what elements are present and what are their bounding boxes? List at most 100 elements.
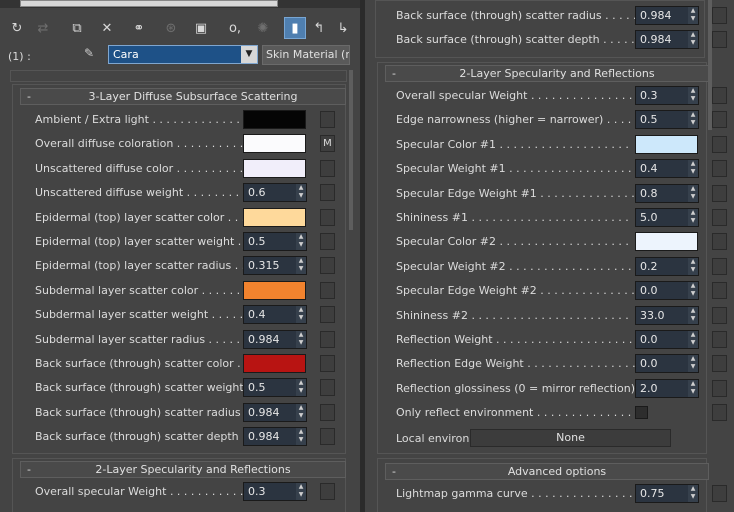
shininess-1-map-button[interactable] bbox=[712, 209, 727, 226]
subdermal-layer-scatter-radius-spinner[interactable]: 0.984 ▲ ▼ bbox=[243, 329, 307, 349]
spinner-arrows-icon[interactable]: ▲ ▼ bbox=[688, 331, 698, 348]
epidermal-layer-scatter-radius-spinner[interactable]: 0.315 ▲ ▼ bbox=[243, 256, 307, 276]
reflection-glossiness-spinner[interactable]: 2.0 ▲ ▼ bbox=[635, 378, 699, 398]
back-surface-scatter-radius-spinner[interactable]: 0.984 ▲ ▼ bbox=[635, 6, 699, 25]
spinner-value[interactable]: 0.8 bbox=[640, 187, 658, 200]
specular-section-header[interactable]: - 2-Layer Specularity and Reflections bbox=[20, 461, 346, 478]
make-copy-icon[interactable]: ⚭ bbox=[128, 17, 150, 39]
spinner-value[interactable]: 0.5 bbox=[248, 381, 266, 394]
spinner-arrows-icon[interactable]: ▲ ▼ bbox=[296, 483, 306, 500]
spinner-arrows-icon[interactable]: ▲ ▼ bbox=[688, 355, 698, 373]
spinner-value[interactable]: 0.0 bbox=[640, 284, 658, 297]
spinner-arrows-icon[interactable]: ▲ ▼ bbox=[688, 257, 698, 275]
back-surface-scatter-radius-map-button[interactable] bbox=[712, 7, 727, 24]
advanced-options-section-header[interactable]: - Advanced options bbox=[385, 463, 709, 480]
reflection-edge-weight-spinner[interactable]: 0.0 ▲ ▼ bbox=[635, 354, 699, 374]
spinner-arrows-icon[interactable]: ▲ ▼ bbox=[296, 306, 306, 324]
subdermal-layer-scatter-weight-map-button[interactable] bbox=[320, 306, 335, 324]
spinner-arrows-icon[interactable]: ▲ ▼ bbox=[688, 7, 698, 24]
spinner-value[interactable]: 2.0 bbox=[640, 382, 658, 395]
show-end-result-icon[interactable]: ▮ bbox=[284, 17, 306, 39]
spinner-value[interactable]: 0.5 bbox=[248, 235, 266, 248]
collapse-toggle[interactable]: - bbox=[392, 465, 396, 478]
only-reflect-environment-map-button[interactable] bbox=[712, 404, 727, 422]
overall-specular-weight-spinner[interactable]: 0.3 ▲ ▼ bbox=[243, 482, 307, 501]
spinner-value[interactable]: 0.6 bbox=[248, 186, 266, 199]
make-unique-icon[interactable]: ⊛ bbox=[160, 17, 182, 39]
only-reflect-environment-checkbox[interactable] bbox=[635, 406, 648, 420]
specular-color-1-swatch[interactable] bbox=[635, 134, 698, 154]
sample-slot-scrollbar[interactable] bbox=[20, 0, 278, 7]
reflection-weight-map-button[interactable] bbox=[712, 331, 727, 348]
spinner-value[interactable]: 0.3 bbox=[640, 89, 658, 102]
spinner-value[interactable]: 0.315 bbox=[248, 259, 280, 272]
left-scrollbar[interactable] bbox=[349, 70, 353, 230]
spinner-value[interactable]: 0.4 bbox=[248, 308, 266, 321]
put-to-library-icon[interactable]: ▣ bbox=[190, 17, 212, 39]
collapse-toggle[interactable]: - bbox=[27, 463, 31, 476]
spinner-arrows-icon[interactable]: ▲ ▼ bbox=[688, 485, 698, 502]
back-surface-scatter-color-swatch[interactable] bbox=[243, 354, 306, 373]
reflection-glossiness-map-button[interactable] bbox=[712, 379, 727, 397]
assign-material-icon[interactable]: ⧉ bbox=[66, 17, 88, 39]
spinner-arrows-icon[interactable]: ▲ ▼ bbox=[296, 184, 306, 202]
spinner-value[interactable]: 5.0 bbox=[640, 211, 658, 224]
spinner-value[interactable]: 0.5 bbox=[640, 113, 658, 126]
back-surface-scatter-radius-map-button[interactable] bbox=[320, 403, 335, 421]
pick-material-icon[interactable]: ✎ bbox=[84, 46, 104, 64]
spinner-arrows-icon[interactable]: ▲ ▼ bbox=[688, 282, 698, 300]
spinner-arrows-icon[interactable]: ▲ ▼ bbox=[688, 306, 698, 324]
collapse-toggle[interactable]: - bbox=[392, 67, 396, 80]
go-forward-icon[interactable]: ↳ bbox=[332, 17, 354, 39]
reflection-edge-weight-map-button[interactable] bbox=[712, 355, 727, 373]
diffuse-sss-section-header[interactable]: - 3-Layer Diffuse Subsurface Scattering bbox=[20, 88, 346, 105]
back-surface-scatter-depth-spinner[interactable]: 0.984 ▲ ▼ bbox=[635, 30, 699, 49]
get-material-icon[interactable]: ↻ bbox=[6, 17, 28, 39]
specular-section-header[interactable]: - 2-Layer Specularity and Reflections bbox=[385, 65, 709, 82]
overall-diffuse-coloration-swatch[interactable] bbox=[243, 134, 306, 154]
material-name-field[interactable]: Cara ▼ bbox=[108, 45, 258, 64]
overall-specular-weight-spinner[interactable]: 0.3 ▲ ▼ bbox=[635, 86, 699, 105]
spinner-arrows-icon[interactable]: ▲ ▼ bbox=[688, 111, 698, 129]
spinner-value[interactable]: 0.984 bbox=[248, 406, 280, 419]
subdermal-layer-scatter-weight-spinner[interactable]: 0.4 ▲ ▼ bbox=[243, 305, 307, 325]
lightmap-gamma-curve-spinner[interactable]: 0.75 ▲ ▼ bbox=[635, 484, 699, 503]
edge-narrowness-map-button[interactable] bbox=[712, 111, 727, 129]
overall-specular-weight-map-button[interactable] bbox=[320, 483, 335, 500]
overall-diffuse-coloration-map-button[interactable]: M bbox=[320, 135, 335, 153]
spinner-arrows-icon[interactable]: ▲ ▼ bbox=[688, 160, 698, 178]
ambient-extra-light-map-button[interactable] bbox=[320, 111, 335, 128]
unscattered-diffuse-weight-spinner[interactable]: 0.6 ▲ ▼ bbox=[243, 183, 307, 203]
subdermal-layer-scatter-color-swatch[interactable] bbox=[243, 280, 306, 300]
edge-narrowness-spinner[interactable]: 0.5 ▲ ▼ bbox=[635, 110, 699, 130]
specular-edge-weight-2-spinner[interactable]: 0.0 ▲ ▼ bbox=[635, 281, 699, 301]
unscattered-diffuse-color-map-button[interactable] bbox=[320, 159, 335, 177]
spinner-value[interactable]: 0.75 bbox=[640, 487, 665, 500]
epidermal-layer-scatter-color-swatch[interactable] bbox=[243, 207, 306, 227]
reset-icon[interactable]: ✕ bbox=[96, 17, 118, 39]
spinner-arrows-icon[interactable]: ▲ ▼ bbox=[688, 379, 698, 397]
shininess-2-map-button[interactable] bbox=[712, 306, 727, 324]
spinner-arrows-icon[interactable]: ▲ ▼ bbox=[688, 209, 698, 226]
specular-weight-1-spinner[interactable]: 0.4 ▲ ▼ bbox=[635, 159, 699, 179]
specular-edge-weight-1-spinner[interactable]: 0.8 ▲ ▼ bbox=[635, 183, 699, 203]
specular-weight-2-spinner[interactable]: 0.2 ▲ ▼ bbox=[635, 256, 699, 276]
back-surface-scatter-radius-spinner[interactable]: 0.984 ▲ ▼ bbox=[243, 402, 307, 422]
spinner-value[interactable]: 0.984 bbox=[640, 9, 672, 22]
unscattered-diffuse-weight-map-button[interactable] bbox=[320, 184, 335, 202]
material-type-button[interactable]: Skin Material (mi) bbox=[262, 45, 350, 65]
spinner-arrows-icon[interactable]: ▲ ▼ bbox=[688, 31, 698, 48]
material-id-icon[interactable]: o, bbox=[224, 17, 246, 39]
spinner-arrows-icon[interactable]: ▲ ▼ bbox=[688, 184, 698, 202]
back-surface-scatter-depth-map-button[interactable] bbox=[320, 428, 335, 446]
spinner-arrows-icon[interactable]: ▲ ▼ bbox=[296, 330, 306, 348]
unscattered-diffuse-color-swatch[interactable] bbox=[243, 158, 306, 178]
spinner-arrows-icon[interactable]: ▲ ▼ bbox=[296, 257, 306, 275]
subdermal-layer-scatter-radius-map-button[interactable] bbox=[320, 330, 335, 348]
back-surface-scatter-weight-spinner[interactable]: 0.5 ▲ ▼ bbox=[243, 378, 307, 398]
spinner-value[interactable]: 0.3 bbox=[248, 485, 266, 498]
lightmap-gamma-curve-map-button[interactable] bbox=[712, 485, 727, 502]
reflection-weight-spinner[interactable]: 0.0 ▲ ▼ bbox=[635, 330, 699, 349]
specular-edge-weight-1-map-button[interactable] bbox=[712, 184, 727, 202]
epidermal-layer-scatter-weight-spinner[interactable]: 0.5 ▲ ▼ bbox=[243, 232, 307, 251]
